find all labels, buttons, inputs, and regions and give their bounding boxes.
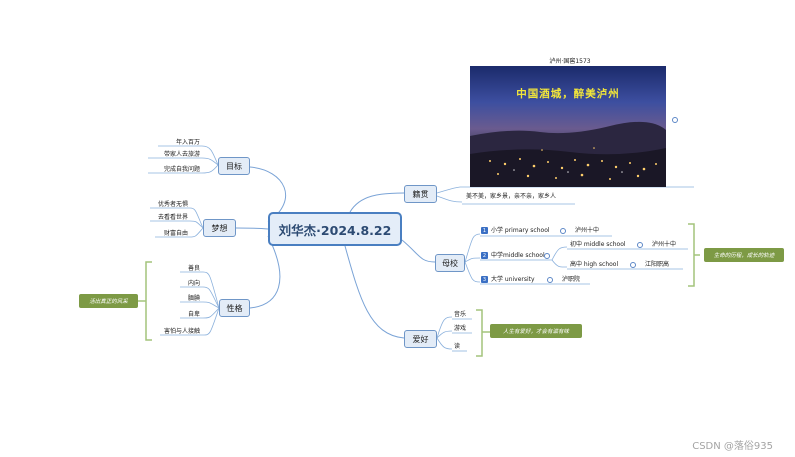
personality-item-5[interactable]: 害怕与人接触 (140, 328, 200, 336)
dream-item-2[interactable]: 去看看世界 (140, 214, 188, 222)
dream-item-3[interactable]: 财富自由 (140, 230, 188, 238)
number-2-icon: 2 (481, 252, 488, 259)
hobby-item-3[interactable]: 读 (454, 343, 460, 351)
personality-item-4[interactable]: 自卑 (160, 311, 200, 319)
school-middle-label[interactable]: 中学middle school (491, 252, 545, 260)
school-university-label[interactable]: 大学 university (491, 276, 535, 284)
school-junior-value[interactable]: 泸州十中 (652, 241, 676, 249)
topic-hobby[interactable]: 爱好 (404, 330, 437, 348)
watermark: CSDN @落俗935 (692, 441, 773, 452)
dream-item-1[interactable]: 优秀者无惧 (140, 201, 188, 209)
topic-personality[interactable]: 性格 (219, 299, 250, 317)
city-night-skyline (470, 121, 666, 187)
topic-hometown[interactable]: 籍贯 (404, 185, 437, 203)
image-caption: 泸州·国窖1573 (549, 58, 591, 65)
hometown-image[interactable]: 中国酒城，醉美泸州 (470, 66, 666, 187)
personality-item-2[interactable]: 内向 (160, 280, 200, 288)
goal-item-3[interactable]: 完成自我问题 (140, 166, 200, 174)
personality-item-3[interactable]: 腼腆 (160, 295, 200, 303)
school-senior-label[interactable]: 高中 high school (570, 261, 618, 269)
school-note[interactable]: 生命的历程，成长的轨迹 (704, 248, 784, 262)
goal-item-1[interactable]: 年入百万 (150, 139, 200, 147)
goal-item-2[interactable]: 带家人去旅游 (140, 151, 200, 159)
school-primary-collapse-icon[interactable] (560, 228, 566, 234)
hobby-item-2[interactable]: 游戏 (454, 325, 466, 333)
school-middle-collapse-icon[interactable] (544, 253, 550, 259)
number-3-icon: 3 (481, 276, 488, 283)
personality-item-1[interactable]: 善良 (160, 265, 200, 273)
number-1-icon: 1 (481, 227, 488, 234)
hobby-item-1[interactable]: 音乐 (454, 311, 466, 319)
school-primary-value[interactable]: 泸州十中 (575, 227, 599, 235)
school-university-value[interactable]: 泸职院 (562, 276, 580, 284)
personality-note[interactable]: 活出真正的风采 (79, 294, 138, 308)
hometown-desc[interactable]: 美不美，家乡景，亲不亲，家乡人 (466, 193, 586, 201)
topic-goal[interactable]: 目标 (218, 157, 250, 175)
school-senior-collapse-icon[interactable] (630, 262, 636, 268)
school-junior-label[interactable]: 初中 middle school (570, 241, 626, 249)
school-university-collapse-icon[interactable] (547, 277, 553, 283)
hobby-note[interactable]: 人生有爱好，才会有滋有味 (490, 324, 582, 338)
school-junior-collapse-icon[interactable] (637, 242, 643, 248)
central-topic[interactable]: 刘华杰·2024.8.22 (268, 212, 402, 246)
school-primary-label[interactable]: 小学 primary school (491, 227, 550, 235)
school-senior-value[interactable]: 江阳职高 (645, 261, 669, 269)
image-collapse-icon[interactable] (672, 117, 678, 123)
topic-school[interactable]: 母校 (435, 254, 465, 272)
topic-dream[interactable]: 梦想 (203, 219, 236, 237)
